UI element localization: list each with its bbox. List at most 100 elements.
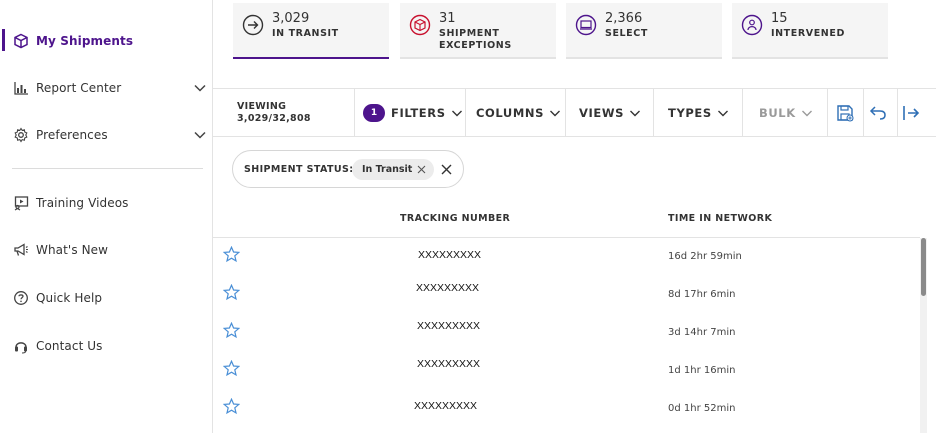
star-icon[interactable] [223,322,240,339]
toolbar-divider [465,89,466,137]
chevron-down-icon [717,110,728,117]
bar-chart-icon [14,82,28,95]
card-shipment-exceptions[interactable]: 31 SHIPMENT EXCEPTIONS [400,3,556,59]
card-intervened[interactable]: 15 INTERVENED [732,3,888,59]
star-icon[interactable] [223,360,240,377]
video-icon [14,196,29,211]
card-caption: SELECT [605,28,648,40]
time-in-network: 16d 2hr 59min [668,251,742,262]
views-button[interactable]: VIEWS [579,89,641,137]
sidebar-item-contact-us[interactable]: Contact Us [0,331,212,361]
sidebar-item-label: Report Center [36,81,122,95]
scrollbar-thumb[interactable] [921,238,926,296]
chevron-down-icon[interactable] [193,128,207,142]
question-icon [14,291,28,305]
star-icon[interactable] [223,398,240,415]
time-in-network: 8d 17hr 6min [668,289,736,300]
card-in-transit[interactable]: 3,029 IN TRANSIT [233,3,389,59]
viewing-label: VIEWING [237,101,287,112]
gear-icon [14,127,28,143]
sidebar-item-my-shipments[interactable]: My Shipments [0,26,212,56]
sidebar-item-training-videos[interactable]: Training Videos [0,188,212,218]
export-icon[interactable] [901,103,921,123]
filters-button[interactable]: 1 FILTERS [363,89,463,137]
table-row[interactable]: XXXXXXXXX 3d 14hr 7min [213,314,920,352]
megaphone-icon [14,243,28,256]
person-circle-icon [741,14,763,36]
chevron-down-icon [550,110,561,117]
sidebar-item-preferences[interactable]: Preferences [0,120,212,150]
box-icon [14,33,28,49]
column-header-tracking-number[interactable]: TRACKING NUMBER [400,213,510,224]
arrow-circle-icon [242,14,264,36]
bulk-label: BULK [759,106,796,120]
clear-filters-icon[interactable] [441,164,452,175]
card-caption-line: IN TRANSIT [272,28,339,39]
sidebar-divider [12,168,203,169]
toolbar-divider [653,89,654,137]
tracking-number[interactable]: XXXXXXXXX [414,400,477,412]
table-row[interactable]: XXXXXXXXX 8d 17hr 6min [213,276,920,314]
table-row[interactable]: XXXXXXXXX 1d 1hr 16min [213,352,920,390]
card-count: 15 [771,11,788,26]
card-caption-line: SELECT [605,28,648,39]
tracking-number[interactable]: XXXXXXXXX [417,358,480,370]
sidebar-item-whats-new[interactable]: What's New [0,235,212,265]
card-caption-line: SHIPMENT [439,28,500,39]
sidebar: My Shipments Report Center Preferences T… [0,0,213,433]
bulk-button[interactable]: BULK [759,89,813,137]
active-filters: SHIPMENT STATUS: In Transit [232,150,464,188]
save-view-icon[interactable] [835,103,855,123]
undo-icon[interactable] [868,103,888,123]
types-button[interactable]: TYPES [668,89,729,137]
toolbar-divider [565,89,566,137]
toolbar-divider [827,89,828,137]
time-in-network: 0d 1hr 52min [668,403,736,414]
filter-chip-in-transit[interactable]: In Transit [352,159,435,180]
viewing-value: 3,029/32,808 [237,113,311,124]
toolbar-divider [863,89,864,137]
filter-chip-label: In Transit [362,164,413,175]
card-count: 31 [439,11,456,26]
card-caption-line: EXCEPTIONS [439,40,512,51]
monitor-icon [575,14,597,36]
star-icon[interactable] [223,246,240,263]
sidebar-item-label: Quick Help [36,291,103,305]
card-select[interactable]: 2,366 SELECT [566,3,722,59]
table-row[interactable]: XXXXXXXXX 16d 2hr 59min [213,238,920,276]
exception-box-icon [409,14,431,36]
card-count: 3,029 [272,11,310,26]
sidebar-item-label: Preferences [36,128,108,142]
columns-label: COLUMNS [476,106,545,120]
card-caption: INTERVENED [771,28,845,40]
columns-button[interactable]: COLUMNS [476,89,561,137]
tracking-number[interactable]: XXXXXXXXX [418,249,481,261]
card-caption: SHIPMENT EXCEPTIONS [439,28,512,52]
tracking-number[interactable]: XXXXXXXXX [417,320,480,332]
chevron-down-icon [801,110,812,117]
sidebar-item-quick-help[interactable]: Quick Help [0,283,212,313]
filter-label: SHIPMENT STATUS: [244,164,354,175]
chevron-down-icon [451,110,462,117]
close-icon[interactable] [417,165,426,174]
headset-icon [15,342,27,354]
filter-count-badge: 1 [363,104,385,122]
sidebar-item-label: My Shipments [36,34,134,48]
chevron-down-icon[interactable] [193,81,207,95]
toolbar-divider [897,89,898,137]
toolbar-divider [742,89,743,137]
sidebar-item-label: What's New [36,243,109,257]
table-row[interactable]: XXXXXXXXX 0d 1hr 52min [213,390,920,428]
sidebar-item-report-center[interactable]: Report Center [0,73,212,103]
column-header-time-in-network[interactable]: TIME IN NETWORK [668,213,772,224]
star-icon[interactable] [223,284,240,301]
views-label: VIEWS [579,106,625,120]
filters-label: FILTERS [391,106,446,120]
table-toolbar: VIEWING 3,029/32,808 1 FILTERS COLUMNS V… [213,88,936,137]
card-caption-line: INTERVENED [771,28,845,39]
types-label: TYPES [668,106,712,120]
card-count: 2,366 [605,11,643,26]
toolbar-divider [354,89,355,137]
tracking-number[interactable]: XXXXXXXXX [416,282,479,294]
chevron-down-icon [630,110,641,117]
